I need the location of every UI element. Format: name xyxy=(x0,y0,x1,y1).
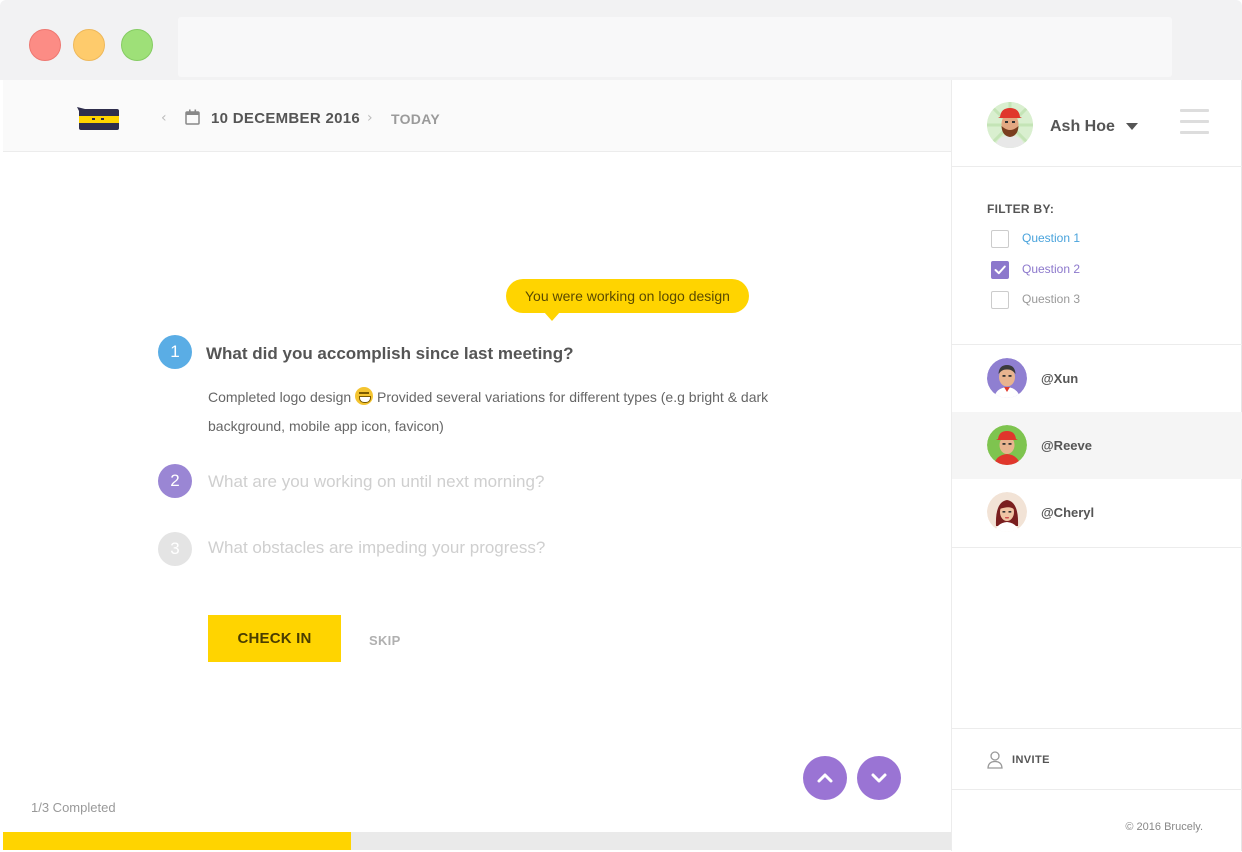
member-handle: @Cheryl xyxy=(1041,505,1095,520)
filter-question-1-label[interactable]: Question 1 xyxy=(1022,231,1080,245)
filter-question-3-label[interactable]: Question 3 xyxy=(1022,292,1080,306)
hamburger-menu-icon[interactable] xyxy=(1180,109,1209,142)
question-2-text[interactable]: What are you working on until next morni… xyxy=(208,472,544,492)
member-handle: @Xun xyxy=(1041,371,1079,386)
member-handle: @Reeve xyxy=(1041,438,1092,453)
skip-link[interactable]: SKIP xyxy=(369,633,401,648)
question-1-text[interactable]: What did you accomplish since last meeti… xyxy=(206,344,573,364)
maximize-window-button[interactable] xyxy=(121,29,153,61)
filter-question-2-checkbox[interactable] xyxy=(991,261,1009,279)
divider xyxy=(952,547,1242,548)
copyright-text: © 2016 Brucely. xyxy=(1125,821,1203,833)
top-bar: ‹ 10 DECEMBER 2016 › TODAY xyxy=(3,80,951,152)
caret-down-icon[interactable] xyxy=(1126,123,1138,130)
window-chrome xyxy=(0,0,1242,80)
progress-bar-fill xyxy=(3,832,351,850)
member-item[interactable]: @Cheryl xyxy=(952,479,1242,546)
sidebar: Ash Hoe FILTER BY: Question 1 Question 2… xyxy=(951,80,1242,851)
chevron-up-icon xyxy=(817,773,833,783)
user-name[interactable]: Ash Hoe xyxy=(1050,118,1115,136)
previous-question-button[interactable] xyxy=(803,756,847,800)
context-tooltip: You were working on logo design xyxy=(506,279,749,321)
question-3-text[interactable]: What obstacles are impeding your progres… xyxy=(208,538,545,558)
main-panel: ‹ 10 DECEMBER 2016 › TODAY You were work… xyxy=(3,80,951,851)
invite-label: INVITE xyxy=(1012,754,1050,766)
member-avatar xyxy=(987,425,1027,465)
today-link[interactable]: TODAY xyxy=(391,111,440,127)
user-avatar-image xyxy=(987,102,1033,148)
invite-button[interactable]: INVITE xyxy=(952,728,1242,790)
progress-label: 1/3 Completed xyxy=(31,800,116,815)
progress-bar xyxy=(3,832,951,850)
question-3-number-badge: 3 xyxy=(158,532,192,566)
member-list: @Xun @Reeve @Cheryl xyxy=(952,345,1242,546)
calendar-icon xyxy=(185,109,200,125)
address-bar[interactable] xyxy=(178,17,1172,77)
close-window-button[interactable] xyxy=(29,29,61,61)
filter-question-1-checkbox[interactable] xyxy=(991,230,1009,248)
filter-question-2-label[interactable]: Question 2 xyxy=(1022,262,1080,276)
answer-text-part-1: Completed logo design xyxy=(208,389,356,405)
member-item[interactable]: @Reeve xyxy=(952,412,1242,479)
member-avatar xyxy=(987,358,1027,398)
user-avatar[interactable] xyxy=(987,102,1033,148)
question-1-number-badge: 1 xyxy=(158,335,192,369)
filter-title: FILTER BY: xyxy=(987,202,1055,216)
current-date[interactable]: 10 DECEMBER 2016 xyxy=(211,110,360,127)
filter-question-3-checkbox[interactable] xyxy=(991,291,1009,309)
next-day-arrow-icon[interactable]: › xyxy=(367,110,373,126)
next-question-button[interactable] xyxy=(857,756,901,800)
question-2-number-badge: 2 xyxy=(158,464,192,498)
user-header: Ash Hoe xyxy=(952,80,1242,167)
chevron-down-icon xyxy=(871,773,887,783)
grinning-face-icon xyxy=(355,387,374,405)
minimize-window-button[interactable] xyxy=(73,29,105,61)
filter-panel: FILTER BY: xyxy=(952,167,1242,345)
user-icon xyxy=(987,751,1003,769)
check-in-button[interactable]: CHECK IN xyxy=(208,615,341,662)
member-avatar xyxy=(987,492,1027,532)
member-item[interactable]: @Xun xyxy=(952,345,1242,412)
checkmark-icon xyxy=(994,265,1006,275)
brucely-logo xyxy=(77,107,119,130)
answer-text[interactable]: Completed logo design Provided several v… xyxy=(208,383,788,441)
previous-day-arrow-icon[interactable]: ‹ xyxy=(161,110,167,126)
